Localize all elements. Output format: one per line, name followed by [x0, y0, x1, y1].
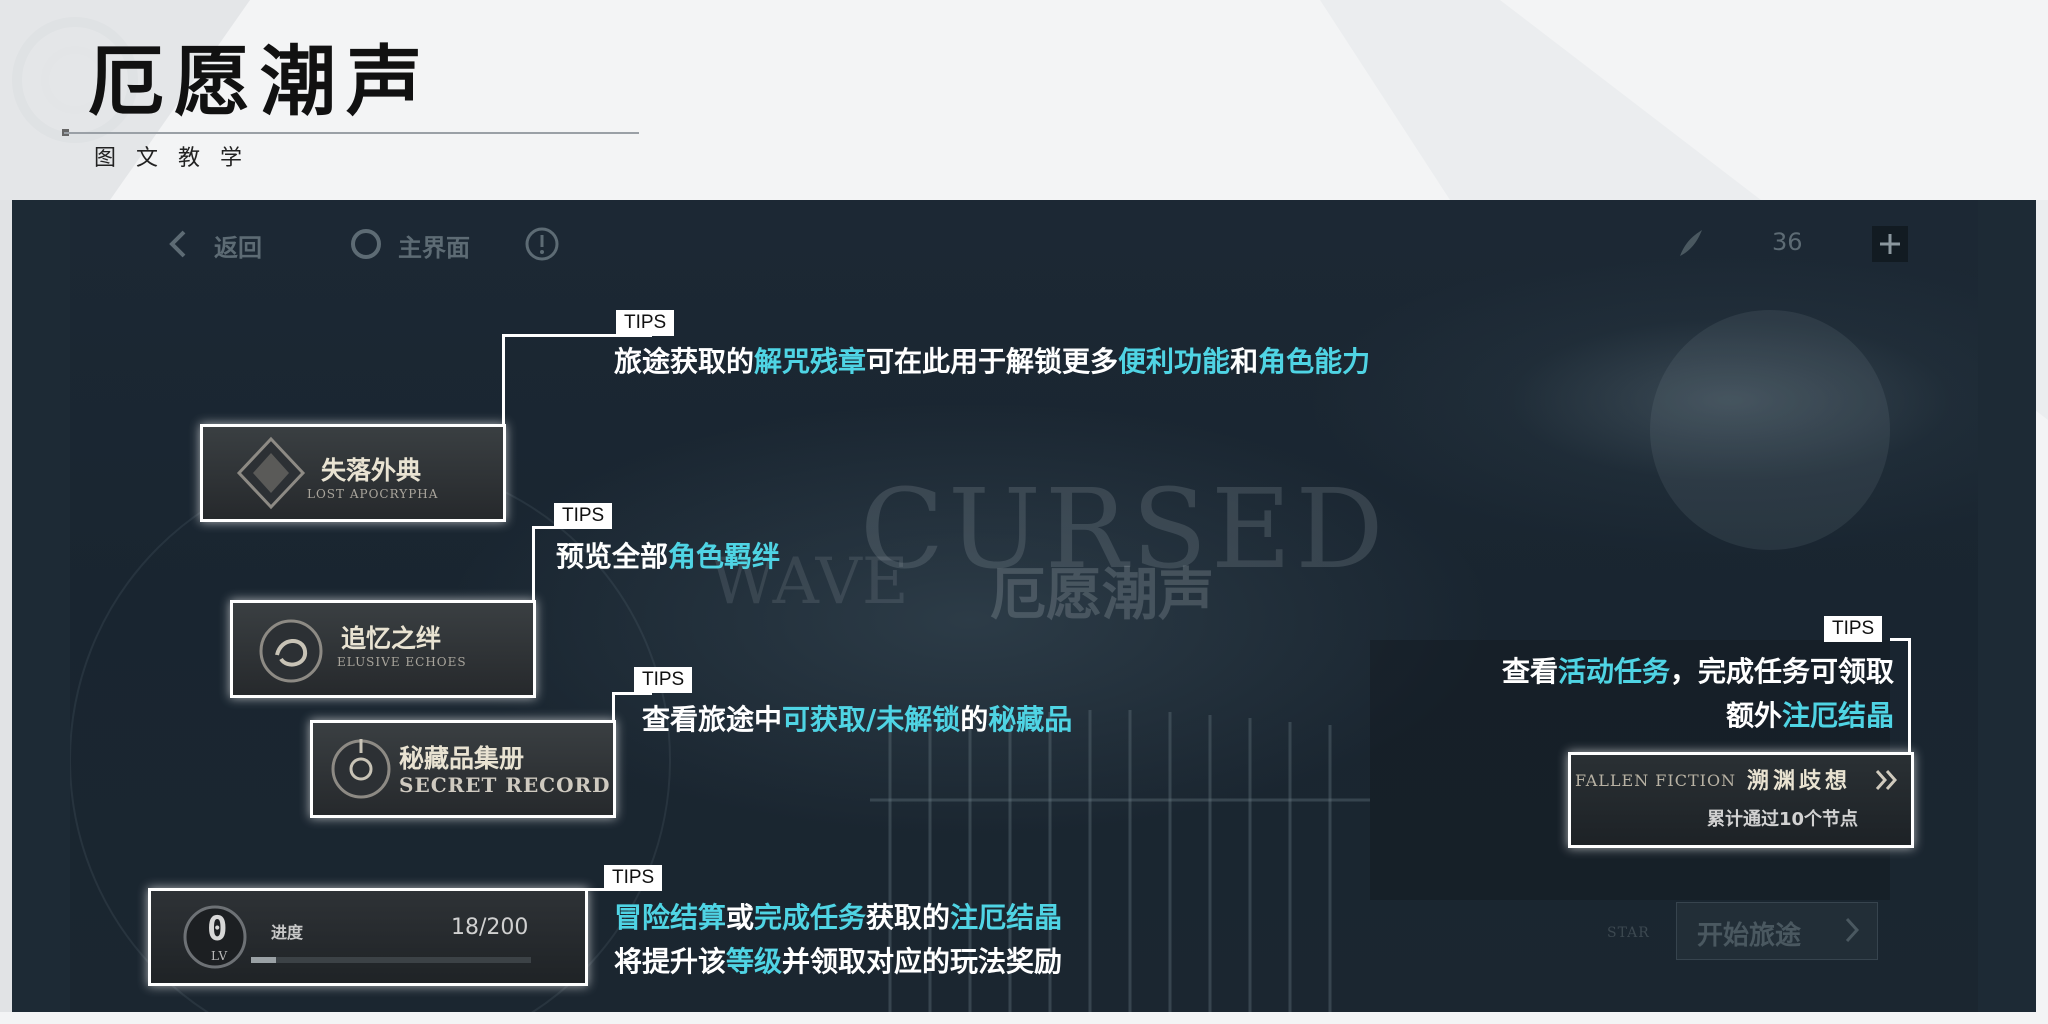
tip1-part1: 旅途获取的: [614, 345, 755, 378]
header-divider: [64, 132, 639, 134]
currency-count: 36: [1772, 228, 1803, 256]
tip4-part1: 查看: [1501, 655, 1558, 688]
secret-record-title: 秘藏品集册: [399, 744, 525, 773]
tip5-part2: 获取的: [866, 901, 951, 934]
secret-record-subtitle: SECRET RECORD: [399, 773, 611, 797]
lost-apocrypha-title: 失落外典: [321, 456, 422, 485]
tip3-text: 查看旅途中可获取/未解锁的秘藏品: [642, 700, 1072, 740]
game-screen: CURSED WAVE 厄愿潮声 返回 主界面 36 失落外典 LOST APO…: [70, 200, 1978, 1012]
start-journey-button[interactable]: STAR 开始旅途: [1607, 902, 1878, 960]
tip3-highlight1: 可获取/未解锁: [782, 703, 961, 736]
tip2-highlight1: 角色羁绊: [668, 540, 781, 573]
tip5-highlight3: 注厄结晶: [950, 901, 1063, 934]
tip5-tag: TIPS: [604, 865, 663, 891]
tip5-highlight4: 等级: [726, 945, 783, 978]
top-bar: 返回 主界面 36: [70, 220, 1978, 270]
tip3-part1: 查看旅途中: [642, 703, 783, 736]
tip1-leader-vertical: [502, 334, 505, 424]
tip1-part2: 可在此用于解锁更多: [866, 345, 1119, 378]
feather-currency-icon: [1680, 230, 1702, 256]
tip1-tag: TIPS: [616, 310, 675, 336]
fallen-fiction-button[interactable]: FALLEN FICTION 溯渊歧想 累计通过10个节点: [1568, 752, 1914, 848]
tip5-part4: 并领取对应的玩法奖励: [782, 945, 1063, 978]
tip1-highlight2: 便利功能: [1118, 345, 1231, 378]
tip4-tag: TIPS: [1824, 616, 1883, 642]
page-title: 厄愿潮声: [88, 37, 432, 126]
tip4-part2: ，完成任务可领取: [1669, 655, 1894, 688]
tip4-leader-horizontal: [1890, 638, 1911, 641]
home-circle-icon[interactable]: [346, 224, 386, 264]
tip4-part3: 额外: [1725, 699, 1782, 732]
tip4-highlight1: 活动任务: [1557, 655, 1670, 688]
fallen-fiction-cn-title: 溯渊歧想: [1747, 768, 1852, 794]
tip4-highlight2: 注厄结晶: [1781, 699, 1894, 732]
tip1-text: 旅途获取的解咒残章可在此用于解锁更多便利功能和角色能力: [614, 342, 1370, 382]
double-chevron-right-icon: [1875, 770, 1898, 790]
elusive-echoes-subtitle: ELUSIVE ECHOES: [337, 655, 467, 669]
elusive-echoes-emblem-icon: [259, 619, 323, 683]
secret-record-button[interactable]: 秘藏品集册 SECRET RECORD: [310, 720, 616, 818]
info-icon[interactable]: [522, 224, 562, 264]
tip2-leader-vertical: [532, 526, 535, 600]
tip1-highlight3: 角色能力: [1258, 345, 1371, 378]
tip3-tag: TIPS: [634, 667, 693, 693]
progress-label: 进度: [271, 923, 304, 942]
tip2-text: 预览全部角色羁绊: [556, 537, 780, 577]
title-watermark-cn: 厄愿潮声: [990, 562, 1214, 628]
progress-value: 18/200: [451, 915, 529, 940]
fallen-fiction-en-title: FALLEN FICTION: [1575, 771, 1737, 790]
tip5-line1: 冒险结算或完成任务获取的注厄结晶: [614, 898, 1062, 938]
game-screenshot-panel: CURSED WAVE 厄愿潮声 返回 主界面 36 失落外典 LOST APO…: [12, 200, 2036, 1012]
chevron-right-icon: [1845, 917, 1860, 943]
level-value: 0: [207, 909, 228, 949]
page-subtitle: 图文教学: [94, 146, 263, 171]
progress-bar-fill: [251, 957, 277, 963]
tip5-part3: 将提升该: [614, 945, 727, 978]
elusive-echoes-button[interactable]: 追忆之绊 ELUSIVE ECHOES: [230, 600, 536, 698]
start-journey-label: 开始旅途: [1697, 921, 1802, 951]
tip2-part1: 预览全部: [556, 540, 669, 573]
elusive-echoes-title: 追忆之绊: [341, 624, 442, 653]
tip5-line2: 将提升该等级并领取对应的玩法奖励: [614, 942, 1062, 982]
tip4-line2: 额外注厄结晶: [1726, 696, 1894, 736]
tip1-part3: 和: [1230, 345, 1259, 378]
add-currency-icon[interactable]: [1870, 224, 1910, 264]
tip4-line1: 查看活动任务，完成任务可领取: [1502, 652, 1894, 692]
tip2-tag: TIPS: [554, 503, 613, 529]
tip5-highlight1: 冒险结算: [614, 901, 727, 934]
tip3-part2: 的: [960, 703, 989, 736]
lost-apocrypha-subtitle: LOST APOCRYPHA: [307, 487, 439, 501]
secret-record-emblem-icon: [331, 739, 391, 799]
tip3-leader-vertical: [612, 692, 615, 722]
progress-bar: [251, 957, 531, 963]
back-arrow-icon[interactable]: [162, 224, 192, 264]
lost-apocrypha-button[interactable]: 失落外典 LOST APOCRYPHA: [200, 424, 506, 522]
back-button[interactable]: 返回: [214, 228, 262, 263]
tip5-highlight2: 完成任务: [754, 901, 867, 934]
lost-apocrypha-emblem-icon: [236, 436, 306, 510]
tip5-part1: 或: [726, 901, 755, 934]
level-progress-panel[interactable]: 0 LV 进度 18/200: [148, 888, 588, 986]
home-button[interactable]: 主界面: [398, 228, 470, 263]
fallen-fiction-desc: 累计通过10个节点: [1707, 809, 1859, 830]
tip3-highlight2: 秘藏品: [988, 703, 1073, 736]
tip4-leader-vertical: [1908, 638, 1911, 752]
tip1-highlight1: 解咒残章: [754, 345, 867, 378]
start-journey-prefix: STAR: [1607, 925, 1650, 941]
level-label: LV: [211, 949, 229, 963]
